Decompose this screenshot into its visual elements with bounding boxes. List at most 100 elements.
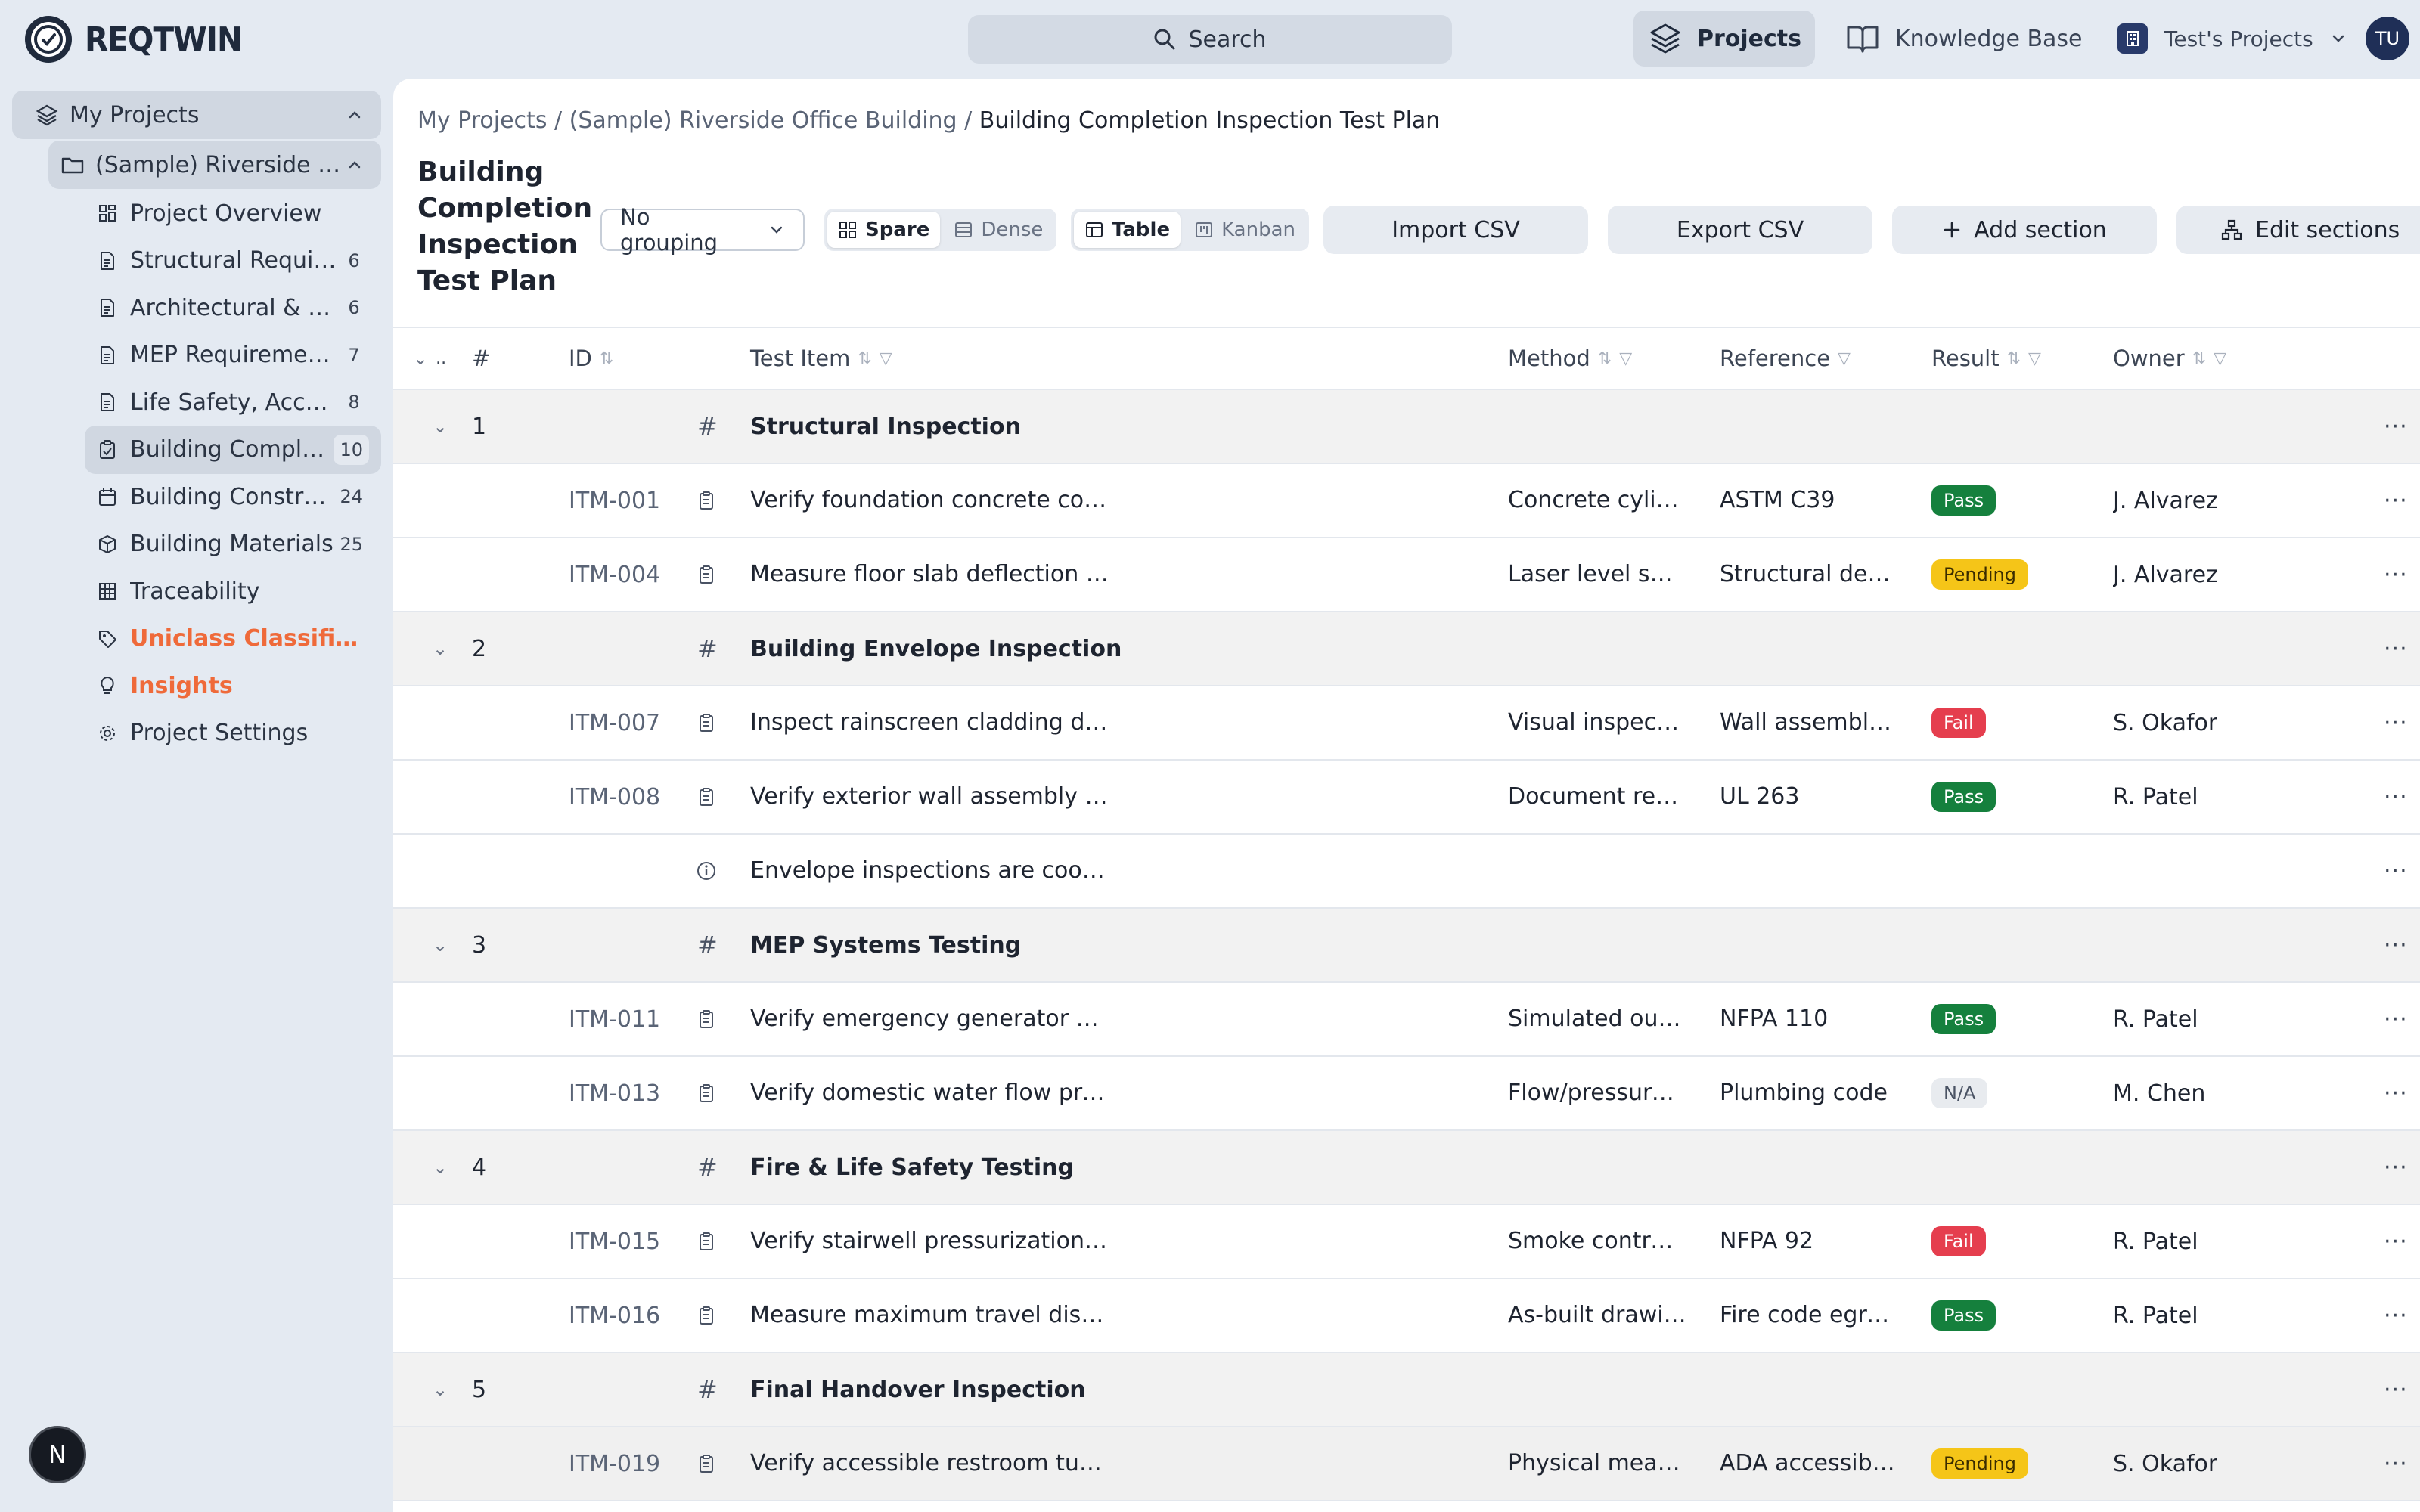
row-more-icon[interactable]: ··· xyxy=(2384,909,2408,981)
add-section-button[interactable]: Add section xyxy=(1892,206,2157,254)
item-id[interactable]: ITM-015 xyxy=(569,1205,660,1278)
table-row[interactable]: ITM-004 Measure floor slab deflection und… xyxy=(393,538,2420,612)
view-kanban[interactable]: Kanban xyxy=(1184,212,1306,248)
row-more-icon[interactable]: ··· xyxy=(2384,761,2408,833)
sidebar-item[interactable]: Traceability xyxy=(85,567,381,615)
sidebar-item[interactable]: Project Overview xyxy=(85,189,381,237)
sidebar-item[interactable]: Life Safety, Accessibility 8 xyxy=(85,378,381,426)
app-logo[interactable]: REQTWIN xyxy=(23,14,256,65)
result-badge[interactable]: Pass xyxy=(1931,485,1996,516)
density-spare[interactable]: Spare xyxy=(827,212,941,248)
chevron-down-icon[interactable]: ⌄ xyxy=(433,1131,448,1204)
section-row[interactable]: ⌄ 2 # Building Envelope Inspection ··· xyxy=(393,612,2420,686)
row-more-icon[interactable]: ··· xyxy=(2384,612,2408,685)
table-row[interactable]: ITM-011 Verify emergency generator provid… xyxy=(393,983,2420,1057)
chevron-down-icon[interactable]: ⌄ xyxy=(433,612,448,685)
result-badge[interactable]: Pending xyxy=(1931,1448,2028,1479)
grouping-select[interactable]: No grouping xyxy=(600,204,805,256)
table-row[interactable]: ITM-013 Verify domestic water flow pressu… xyxy=(393,1057,2420,1131)
table-row[interactable]: ITM-019 Verify accessible restroom turnin… xyxy=(393,1427,2420,1501)
section-row[interactable]: ⌄ 1 # Structural Inspection ··· xyxy=(393,390,2420,464)
result-badge[interactable]: Fail xyxy=(1931,708,1986,738)
sidebar-item[interactable]: Building Construction Schedule 24 xyxy=(85,472,381,521)
row-more-icon[interactable]: ··· xyxy=(2384,1279,2408,1352)
filter-icon[interactable]: ▽ xyxy=(2028,349,2041,368)
collapse-all-toggle[interactable]: ⌄.. xyxy=(413,328,446,389)
chevron-down-icon[interactable]: ⌄ xyxy=(433,1353,448,1426)
table-row[interactable]: ITM-016 Measure maximum travel distance f… xyxy=(393,1279,2420,1353)
chevron-down-icon[interactable]: ⌄ xyxy=(433,390,448,463)
column-header-method[interactable]: Method ⇅ ▽ xyxy=(1508,328,1632,389)
edit-sections-button[interactable]: Edit sections xyxy=(2176,206,2420,254)
note-row[interactable]: Envelope inspections are coordinated wit… xyxy=(393,835,2420,909)
row-more-icon[interactable]: ··· xyxy=(2384,1205,2408,1278)
sort-icon[interactable]: ⇅ xyxy=(600,349,613,368)
row-more-icon[interactable]: ··· xyxy=(2384,538,2408,611)
sidebar-my-projects[interactable]: My Projects xyxy=(12,91,381,139)
column-header-owner[interactable]: Owner ⇅ ▽ xyxy=(2113,328,2226,389)
export-csv-button[interactable]: Export CSV xyxy=(1608,206,1872,254)
column-header-result[interactable]: Result ⇅ ▽ xyxy=(1931,328,2041,389)
breadcrumb-root[interactable]: My Projects xyxy=(417,107,547,134)
column-header-test-item[interactable]: Test Item ⇅ ▽ xyxy=(750,328,892,389)
sidebar-item[interactable]: Architectural & Finishes 6 xyxy=(85,284,381,332)
sort-icon[interactable]: ⇅ xyxy=(2192,349,2206,368)
nav-knowledge-base[interactable]: Knowledge Base xyxy=(1845,11,2083,67)
filter-icon[interactable]: ▽ xyxy=(1619,349,1632,368)
row-more-icon[interactable]: ··· xyxy=(2384,686,2408,759)
next-dev-badge[interactable]: N xyxy=(29,1426,86,1483)
sidebar-item[interactable]: Building Materials 25 xyxy=(85,520,381,569)
sidebar-item[interactable]: Project Settings xyxy=(85,709,381,758)
row-more-icon[interactable]: ··· xyxy=(2384,1131,2408,1204)
sidebar-project[interactable]: (Sample) Riverside Office Building xyxy=(48,141,381,189)
row-more-icon[interactable]: ··· xyxy=(2384,983,2408,1055)
density-dense[interactable]: Dense xyxy=(943,212,1053,248)
table-row[interactable]: ITM-008 Verify exterior wall assembly fir… xyxy=(393,761,2420,835)
result-badge[interactable]: Pass xyxy=(1931,782,1996,812)
user-avatar[interactable]: TU xyxy=(2366,17,2409,60)
item-id[interactable]: ITM-013 xyxy=(569,1057,660,1129)
row-more-icon[interactable]: ··· xyxy=(2384,390,2408,463)
chevron-down-icon[interactable]: ⌄ xyxy=(433,909,448,981)
nav-projects[interactable]: Projects xyxy=(1634,11,1815,67)
item-id[interactable]: ITM-019 xyxy=(569,1427,660,1500)
sort-icon[interactable]: ⇅ xyxy=(1598,349,1612,368)
section-row[interactable]: ⌄ 3 # MEP Systems Testing ··· xyxy=(393,909,2420,983)
table-row[interactable]: ITM-015 Verify stairwell pressurization d… xyxy=(393,1205,2420,1279)
item-id[interactable]: ITM-007 xyxy=(569,686,660,759)
table-row[interactable]: ITM-001 Verify foundation concrete compre… xyxy=(393,464,2420,538)
filter-icon[interactable]: ▽ xyxy=(2214,349,2226,368)
item-id[interactable]: ITM-004 xyxy=(569,538,660,611)
row-more-icon[interactable]: ··· xyxy=(2384,1057,2408,1129)
result-badge[interactable]: N/A xyxy=(1931,1078,1988,1108)
sort-icon[interactable]: ⇅ xyxy=(2007,349,2021,368)
search-button[interactable]: Search xyxy=(968,15,1452,64)
section-row[interactable]: ⌄ 5 # Final Handover Inspection ··· xyxy=(393,1353,2420,1427)
row-more-icon[interactable]: ··· xyxy=(2384,835,2408,907)
sidebar-item[interactable]: Insights xyxy=(85,662,381,710)
sidebar-item[interactable]: Uniclass Classification xyxy=(85,615,381,663)
row-more-icon[interactable]: ··· xyxy=(2384,1353,2408,1426)
breadcrumb-project[interactable]: (Sample) Riverside Office Building xyxy=(569,107,957,134)
row-more-icon[interactable]: ··· xyxy=(2384,464,2408,537)
result-badge[interactable]: Pass xyxy=(1931,1300,1996,1331)
workspace-switcher[interactable]: Test's Projects xyxy=(2118,11,2347,67)
result-badge[interactable]: Pass xyxy=(1931,1004,1996,1034)
column-header-id[interactable]: ID ⇅ xyxy=(569,328,613,389)
result-badge[interactable]: Fail xyxy=(1931,1226,1986,1256)
import-csv-button[interactable]: Import CSV xyxy=(1323,206,1588,254)
item-id[interactable]: ITM-011 xyxy=(569,983,660,1055)
item-id[interactable]: ITM-008 xyxy=(569,761,660,833)
section-row[interactable]: ⌄ 4 # Fire & Life Safety Testing ··· xyxy=(393,1131,2420,1205)
column-header-reference[interactable]: Reference ▽ xyxy=(1720,328,1851,389)
sidebar-item[interactable]: Building Completion Inspection Test Plan… xyxy=(85,425,381,474)
filter-icon[interactable]: ▽ xyxy=(880,349,892,368)
result-badge[interactable]: Pending xyxy=(1931,559,2028,590)
sort-icon[interactable]: ⇅ xyxy=(858,349,871,368)
table-row[interactable]: ITM-007 Inspect rainscreen cladding drain… xyxy=(393,686,2420,761)
sidebar-item[interactable]: MEP Requirements 7 xyxy=(85,331,381,380)
row-more-icon[interactable]: ··· xyxy=(2384,1427,2408,1500)
sidebar-item[interactable]: Structural Requirements 6 xyxy=(85,237,381,285)
view-table[interactable]: Table xyxy=(1074,212,1181,248)
item-id[interactable]: ITM-001 xyxy=(569,464,660,537)
